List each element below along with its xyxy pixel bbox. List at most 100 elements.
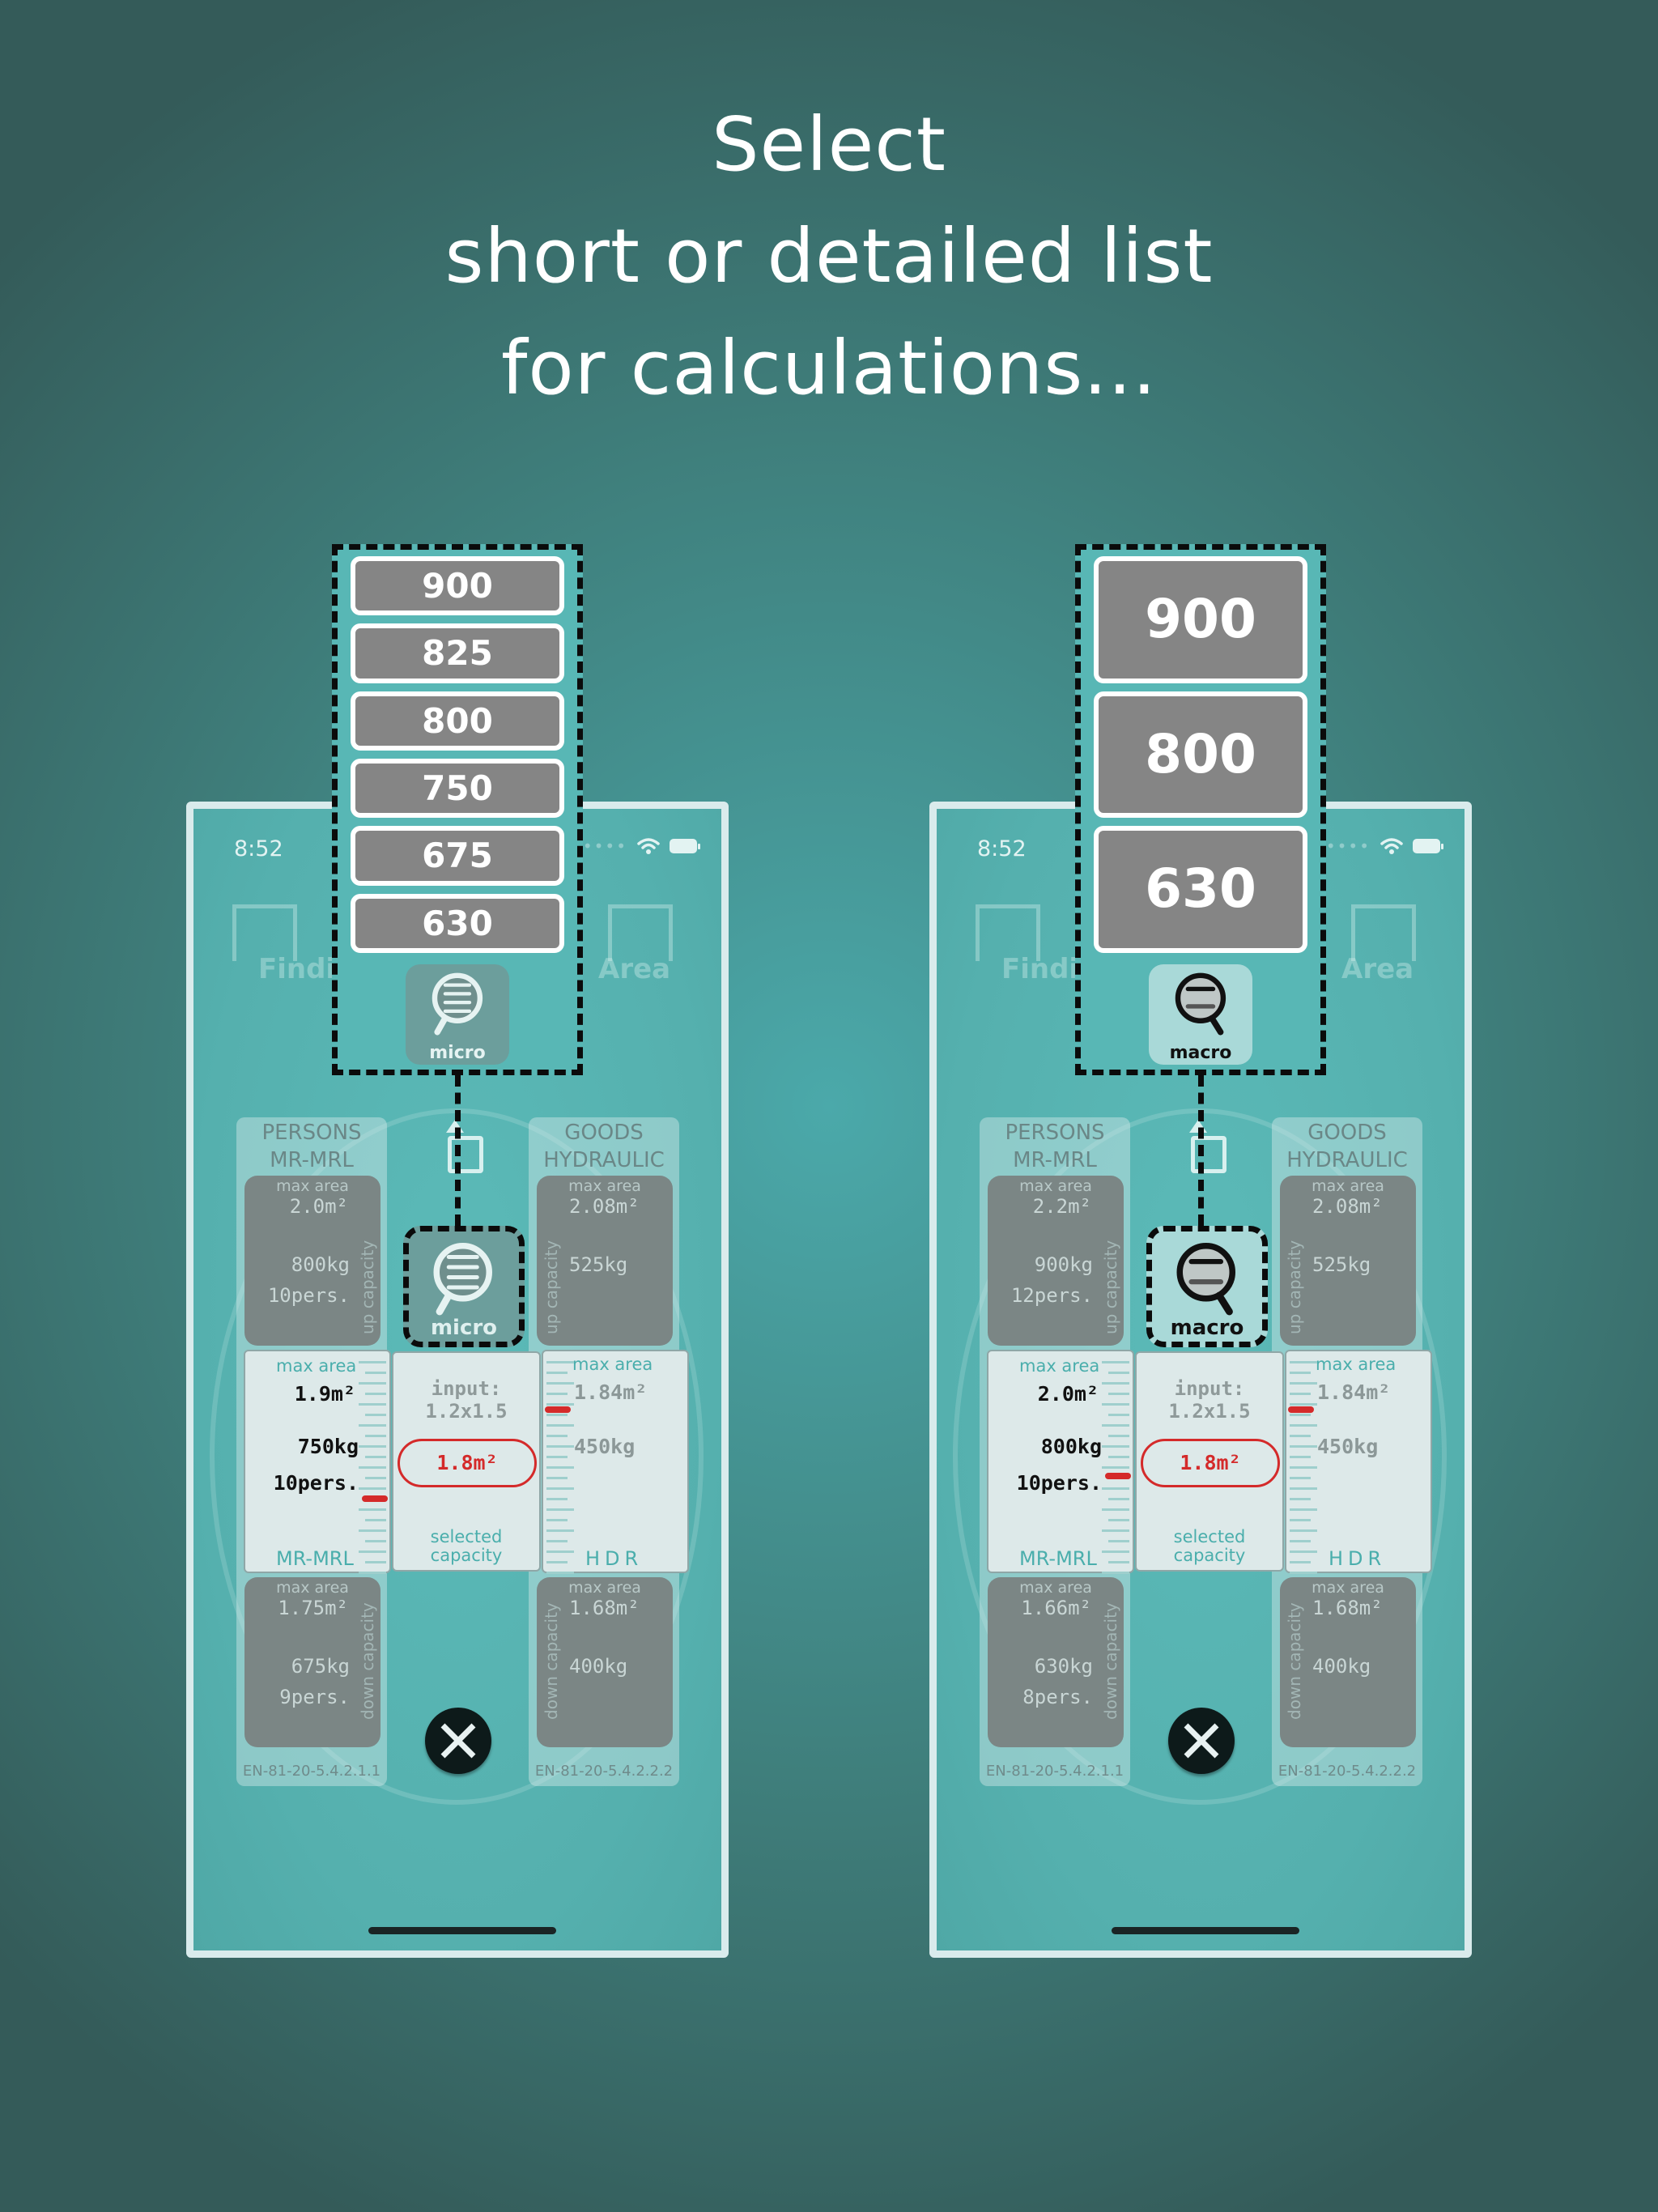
headline-line-1: Select bbox=[712, 101, 946, 188]
up-area-value: 2.08m² bbox=[1312, 1195, 1383, 1218]
status-bar-icons: •••• bbox=[583, 836, 700, 856]
popup-icon-label: micro bbox=[429, 1043, 486, 1063]
capacity-option-750[interactable]: 750 bbox=[351, 759, 564, 819]
wifi-icon bbox=[1380, 838, 1403, 854]
headline: Select short or detailed list for calcul… bbox=[0, 89, 1658, 424]
scale-tick bbox=[1102, 1403, 1129, 1406]
up-kg-value: 900kg bbox=[1034, 1253, 1093, 1276]
scale-tick bbox=[546, 1372, 568, 1374]
selected-capacity-label: selected capacity bbox=[393, 1528, 539, 1565]
persons-current-panel[interactable]: max area 2.0m² 800kg 10pers. MR-MRL bbox=[987, 1350, 1134, 1574]
capacity-option-900[interactable]: 900 bbox=[351, 556, 564, 616]
max-area-label: max area bbox=[276, 1177, 349, 1195]
selected-capacity-value[interactable]: 1.8m² bbox=[1141, 1439, 1280, 1487]
persons-up-capacity[interactable]: max area 2.0m² 800kg 10pers. up capacity bbox=[244, 1176, 380, 1346]
scale-tick bbox=[1290, 1487, 1317, 1490]
current-kg-value: 800kg bbox=[1040, 1435, 1102, 1458]
scale-tick bbox=[546, 1572, 574, 1574]
scale-tick bbox=[359, 1382, 386, 1385]
scale-tick bbox=[1102, 1529, 1129, 1532]
up-area-value: 2.2m² bbox=[1032, 1195, 1091, 1218]
status-bar-icons: •••• bbox=[1325, 836, 1443, 856]
persons-standard-code: EN-81-20-5.4.2.1.1 bbox=[985, 1763, 1124, 1780]
popup-mode-icon[interactable]: micro bbox=[406, 964, 509, 1065]
goods-down-capacity[interactable]: max area 1.68m² 400kg down capacity bbox=[537, 1577, 673, 1747]
down-area-value: 1.75m² bbox=[278, 1597, 348, 1619]
goods-down-capacity[interactable]: max area 1.68m² 400kg down capacity bbox=[1280, 1577, 1416, 1747]
persons-down-capacity[interactable]: max area 1.75m² 675kg 9pers. down capaci… bbox=[244, 1577, 380, 1747]
bg-title-right: Area bbox=[598, 953, 671, 985]
status-time: 8:52 bbox=[977, 836, 1027, 861]
max-area-label: max area bbox=[1312, 1579, 1384, 1597]
goods-capacity-marker bbox=[545, 1406, 571, 1413]
up-area-value: 2.0m² bbox=[289, 1195, 348, 1218]
scale-tick bbox=[1102, 1466, 1129, 1469]
scale-tick bbox=[546, 1487, 574, 1490]
headline-line-3: for calculations... bbox=[501, 325, 1157, 411]
scale-tick bbox=[365, 1393, 386, 1395]
max-area-label: max area bbox=[1019, 1356, 1100, 1376]
down-kg-value: 400kg bbox=[569, 1655, 628, 1678]
capacity-option-630[interactable]: 630 bbox=[351, 893, 564, 953]
down-pers-value: 9pers. bbox=[279, 1686, 350, 1708]
close-button[interactable] bbox=[425, 1708, 491, 1774]
scale-tick bbox=[1290, 1361, 1317, 1363]
capacity-list-popup-micro: 900 825 800 750 675 630 micro bbox=[332, 544, 583, 1075]
scale-tick bbox=[546, 1414, 568, 1416]
scale-tick bbox=[1108, 1540, 1129, 1542]
capacity-option-630[interactable]: 630 bbox=[1094, 826, 1307, 953]
down-area-value: 1.66m² bbox=[1021, 1597, 1091, 1619]
selected-label-line-1: selected bbox=[430, 1527, 503, 1546]
list-mode-toggle-macro[interactable]: macro bbox=[1146, 1226, 1268, 1347]
scale-tick bbox=[1102, 1551, 1129, 1553]
scale-tick bbox=[365, 1414, 386, 1416]
down-kg-value: 400kg bbox=[1312, 1655, 1371, 1678]
selected-capacity-value[interactable]: 1.8m² bbox=[397, 1439, 537, 1487]
current-pers-value: 10pers. bbox=[273, 1471, 359, 1495]
scale-tick bbox=[546, 1551, 574, 1553]
bg-title-left: Findi bbox=[258, 953, 336, 985]
capacity-option-825[interactable]: 825 bbox=[351, 623, 564, 683]
input-label-text: input: bbox=[431, 1377, 502, 1400]
capacity-option-800[interactable]: 800 bbox=[351, 691, 564, 751]
goods-standard-code: EN-81-20-5.4.2.2.2 bbox=[1278, 1763, 1417, 1780]
persons-standard-code: EN-81-20-5.4.2.1.1 bbox=[242, 1763, 381, 1780]
capacity-option-800[interactable]: 800 bbox=[1094, 691, 1307, 819]
scale-tick bbox=[1290, 1561, 1311, 1563]
scale-tick bbox=[1108, 1435, 1129, 1437]
scale-tick bbox=[1102, 1572, 1129, 1574]
capacity-option-675[interactable]: 675 bbox=[351, 826, 564, 886]
scale-tick bbox=[359, 1572, 386, 1574]
scale-tick bbox=[546, 1466, 574, 1469]
goods-up-capacity[interactable]: max area 2.08m² 525kg up capacity bbox=[1280, 1176, 1416, 1346]
close-button[interactable] bbox=[1168, 1708, 1235, 1774]
signal-dots-icon: •••• bbox=[1325, 836, 1371, 856]
persons-up-capacity[interactable]: max area 2.2m² 900kg 12pers. up capacity bbox=[988, 1176, 1124, 1346]
popup-icon-label: macro bbox=[1169, 1043, 1232, 1063]
persons-down-capacity[interactable]: max area 1.66m² 630kg 8pers. down capaci… bbox=[988, 1577, 1124, 1747]
up-kg-value: 525kg bbox=[1312, 1253, 1371, 1276]
popup-connector-line bbox=[455, 1075, 461, 1226]
home-indicator[interactable] bbox=[1112, 1927, 1299, 1934]
goods-up-capacity[interactable]: max area 2.08m² 525kg up capacity bbox=[537, 1176, 673, 1346]
goods-current-panel[interactable]: max area 1.84m² 450kg HDR bbox=[1285, 1350, 1432, 1574]
scale-tick bbox=[1290, 1466, 1317, 1469]
persons-current-panel[interactable]: max area 1.9m² 750kg 10pers. MR-MRL bbox=[244, 1350, 391, 1574]
goods-footer: HDR bbox=[585, 1547, 644, 1570]
scale-tick bbox=[1102, 1424, 1129, 1427]
popup-mode-icon[interactable]: macro bbox=[1149, 964, 1252, 1065]
list-mode-toggle-micro[interactable]: micro bbox=[403, 1226, 525, 1347]
scale-tick bbox=[546, 1403, 574, 1406]
scale-tick bbox=[1290, 1456, 1311, 1458]
capacity-option-900[interactable]: 900 bbox=[1094, 556, 1307, 683]
max-area-label: max area bbox=[276, 1579, 349, 1597]
scale-tick bbox=[1290, 1445, 1317, 1448]
selected-capacity-label: selected capacity bbox=[1137, 1528, 1282, 1565]
toggle-label: micro bbox=[430, 1316, 498, 1340]
persons-title: PERSONS bbox=[1005, 1121, 1105, 1145]
scale-tick bbox=[1102, 1382, 1129, 1385]
home-indicator[interactable] bbox=[368, 1927, 556, 1934]
goods-current-panel[interactable]: max area 1.84m² 450kg HDR bbox=[542, 1350, 689, 1574]
down-area-value: 1.68m² bbox=[1312, 1597, 1383, 1619]
toggle-label: macro bbox=[1170, 1316, 1244, 1340]
